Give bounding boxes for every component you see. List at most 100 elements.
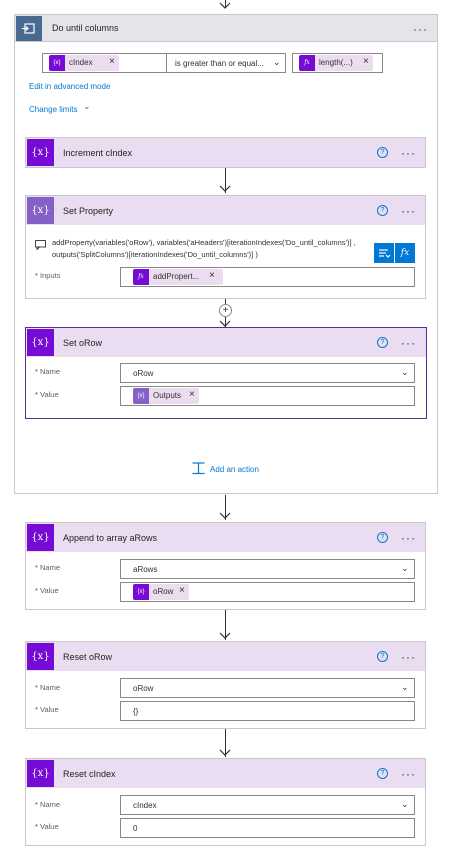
reset-orow-card[interactable]: {x} Reset oRow ? ··· * Name oRow ⌄ * Val… [25, 641, 426, 729]
name-dropdown[interactable]: cIndex ⌄ [120, 795, 415, 815]
help-icon[interactable]: ? [377, 532, 388, 543]
comment-icon [35, 240, 46, 250]
compose-icon: {x} [133, 388, 149, 404]
inputs-field[interactable]: fx addPropert... × [120, 267, 415, 287]
arrow-down-icon [219, 632, 231, 639]
expression-button[interactable]: fx [395, 243, 415, 263]
card-header: {x} Set Property ? ··· [26, 196, 425, 225]
help-icon[interactable]: ? [377, 651, 388, 662]
compose-icon: {x} [27, 197, 54, 224]
edit-advanced-mode-link[interactable]: Edit in advanced mode [29, 82, 110, 91]
add-an-action-link[interactable]: Add an action [210, 465, 259, 474]
more-options-icon[interactable]: ··· [401, 205, 416, 217]
help-icon[interactable]: ? [377, 147, 388, 158]
add-action-icon [192, 462, 205, 475]
expression-icon: fx [299, 55, 315, 71]
more-options-icon[interactable]: ··· [401, 532, 416, 544]
set-orow-card[interactable]: {x} Set oRow ? ··· * Name oRow ⌄ * Value… [25, 327, 427, 419]
variable-icon: {x} [27, 329, 54, 356]
value-input[interactable]: 0 [120, 818, 415, 838]
value-field[interactable]: {x} Outputs × [120, 386, 415, 406]
chevron-down-icon: ⌄ [401, 367, 409, 377]
token-label: oRow [153, 587, 174, 596]
chevron-down-icon: ⌄ [273, 57, 281, 67]
variable-icon: {x} [27, 139, 54, 166]
name-dropdown[interactable]: aRows ⌄ [120, 559, 415, 579]
length-token: fx length(...) × [299, 55, 373, 71]
remove-token-icon[interactable]: × [109, 56, 115, 67]
card-header: {x} Reset oRow ? ··· [26, 642, 425, 671]
name-value: aRows [133, 565, 158, 574]
name-dropdown[interactable]: oRow ⌄ [120, 678, 415, 698]
arrow-down-icon [219, 512, 231, 519]
chevron-down-icon: ⌄ [83, 101, 91, 111]
card-title: Set oRow [63, 338, 103, 348]
expression-line-2: outputs('SplitColumns')[iterationIndexes… [52, 250, 258, 259]
token-label: Outputs [153, 391, 182, 400]
addproperty-token: fx addPropert... × [133, 269, 223, 285]
token-label: cIndex [69, 58, 93, 67]
name-value: cIndex [133, 801, 157, 810]
do-until-title: Do until columns [52, 23, 119, 33]
more-options-icon[interactable]: ··· [401, 768, 416, 780]
append-to-array-card[interactable]: {x} Append to array aRows ? ··· * Name a… [25, 522, 426, 610]
remove-token-icon[interactable]: × [179, 585, 185, 596]
card-title: Increment cIndex [63, 148, 133, 158]
more-options-icon[interactable]: ··· [401, 337, 416, 349]
do-until-header[interactable]: Do until columns ··· [15, 15, 437, 42]
chevron-down-icon: ⌄ [401, 799, 409, 809]
help-icon[interactable]: ? [377, 768, 388, 779]
dynamic-content-button[interactable] [374, 243, 394, 263]
dynamic-content-icon [379, 249, 391, 258]
name-label: * Name [35, 563, 61, 572]
value-input[interactable]: {} [120, 701, 415, 721]
more-options-icon[interactable]: ··· [401, 147, 416, 159]
variable-icon: {x} [133, 584, 149, 600]
condition-right-field[interactable]: fx length(...) × [292, 53, 383, 73]
change-limits-link[interactable]: Change limits [29, 105, 77, 114]
arrow-down-icon [219, 749, 231, 756]
token-label: length(...) [319, 58, 353, 67]
value-label: * Value [35, 705, 59, 714]
variable-icon: {x} [27, 760, 54, 787]
more-options-icon[interactable]: ··· [401, 651, 416, 663]
card-title: Set Property [63, 206, 114, 216]
name-value: oRow [133, 369, 154, 378]
name-label: * Name [35, 800, 61, 809]
name-value: oRow [133, 684, 154, 693]
chevron-down-icon: ⌄ [401, 563, 409, 573]
card-title: Append to array aRows [63, 533, 158, 543]
arrow-down-icon [219, 2, 231, 9]
operator-dropdown[interactable]: is greater than or equal... ⌄ [166, 53, 286, 73]
orow-token: {x} oRow × [133, 584, 189, 600]
name-dropdown[interactable]: oRow ⌄ [120, 363, 415, 383]
token-label: addPropert... [153, 272, 200, 281]
increment-cindex-card[interactable]: {x} Increment cIndex ? ··· [25, 137, 426, 168]
operator-value: is greater than or equal... [175, 59, 264, 68]
remove-token-icon[interactable]: × [209, 270, 215, 281]
more-options-icon[interactable]: ··· [413, 23, 428, 35]
name-label: * Name [35, 683, 61, 692]
name-label: * Name [35, 367, 61, 376]
chevron-down-icon: ⌄ [401, 682, 409, 692]
reset-cindex-card[interactable]: {x} Reset cIndex ? ··· * Name cIndex ⌄ *… [25, 758, 426, 846]
inputs-label: * Inputs [35, 271, 61, 280]
card-header: {x} Reset cIndex ? ··· [26, 759, 425, 788]
help-icon[interactable]: ? [377, 205, 388, 216]
value-text: 0 [133, 824, 138, 833]
arrow-down-icon [219, 185, 231, 192]
value-label: * Value [35, 390, 59, 399]
remove-token-icon[interactable]: × [189, 389, 195, 400]
expression-line-1: addProperty(variables('oRow'), variables… [52, 238, 356, 247]
expression-icon: fx [133, 269, 149, 285]
value-field[interactable]: {x} oRow × [120, 582, 415, 602]
set-property-card[interactable]: {x} Set Property ? ··· addProperty(varia… [25, 195, 426, 299]
help-icon[interactable]: ? [377, 337, 388, 348]
cindex-token: {x} cIndex × [49, 55, 119, 71]
variable-icon: {x} [27, 524, 54, 551]
insert-step-button[interactable]: + [219, 304, 232, 317]
card-title: Reset oRow [63, 652, 113, 662]
condition-left-field[interactable]: {x} cIndex × [42, 53, 172, 73]
remove-token-icon[interactable]: × [363, 56, 369, 67]
value-text: {} [133, 707, 139, 716]
